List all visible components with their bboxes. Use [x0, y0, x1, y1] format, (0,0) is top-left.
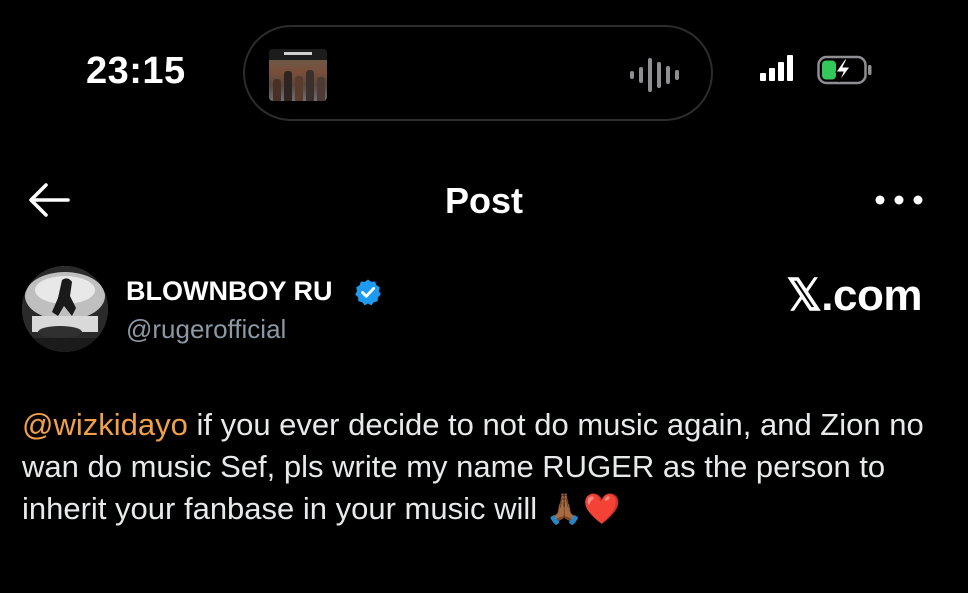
- author-name[interactable]: BLOWNBOY RU: [126, 276, 333, 307]
- page-title: Post: [444, 180, 523, 221]
- battery-charging-icon: [817, 55, 872, 85]
- post-text: @wizkidayo if you ever decide to not do …: [22, 404, 952, 531]
- cellular-signal-icon: [760, 55, 793, 81]
- dynamic-island[interactable]: [243, 25, 713, 121]
- mention-link[interactable]: @wizkidayo: [22, 407, 188, 442]
- red-heart-emoji: ❤️: [583, 492, 621, 527]
- waveform-icon: [630, 55, 679, 95]
- status-time: 23:15: [86, 50, 186, 92]
- avatar[interactable]: [22, 266, 108, 352]
- x-com-brand-mark: 𝕏.com: [786, 271, 922, 320]
- verified-badge-icon: [355, 279, 381, 306]
- praying-hands-emoji: 🙏🏾: [545, 492, 584, 527]
- album-art-thumbnail[interactable]: [269, 49, 327, 101]
- more-horizontal-icon[interactable]: [872, 190, 926, 210]
- author-handle[interactable]: @rugerofficial: [126, 314, 286, 345]
